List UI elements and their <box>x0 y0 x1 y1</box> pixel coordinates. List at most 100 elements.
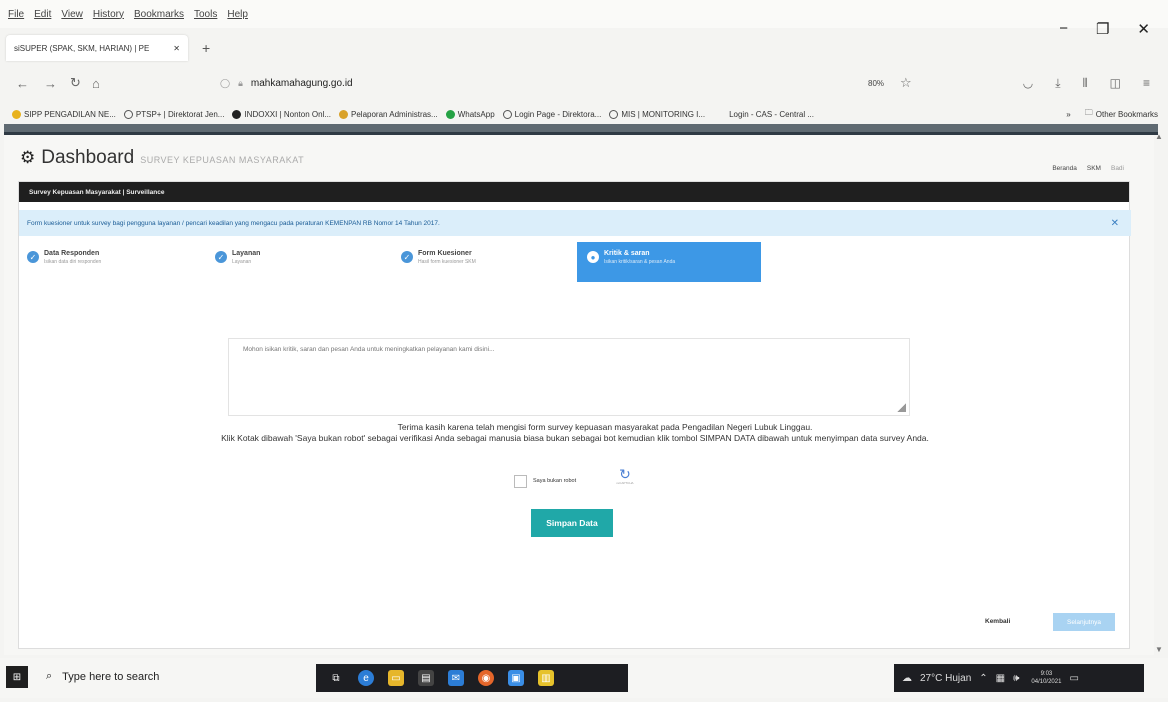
recaptcha-widget: Saya bukan robot ↻ reCAPTCHA <box>504 465 644 497</box>
scroll-down-icon[interactable]: ▼ <box>1155 645 1163 654</box>
breadcrumb-current: Badi <box>1110 165 1124 172</box>
thank-you-line-2: Klik Kotak dibawah 'Saya bukan robot' se… <box>221 433 929 443</box>
pocket-icon[interactable]: ◡ <box>1023 76 1033 91</box>
thank-you-message: Terima kasih karena telah mengisi form s… <box>19 422 1131 444</box>
bookmark-item[interactable]: Login Page - Direktora... <box>502 109 601 119</box>
menu-tools[interactable]: Tools <box>194 9 217 20</box>
file-explorer-icon[interactable]: ▭ <box>388 670 404 686</box>
step-dot-icon: ● <box>587 251 599 263</box>
menu-bookmarks[interactable]: Bookmarks <box>134 9 184 20</box>
step-kritik-saran[interactable]: ● Kritik & saran Isikan kritik/saran & p… <box>577 242 761 282</box>
gear-icon: ⚙ <box>20 148 36 167</box>
chevron-up-icon[interactable]: ⌃ <box>979 673 987 684</box>
tab-close-icon[interactable]: ✕ <box>173 44 180 53</box>
toolbar-icons: ◡ ⤓ ⫴ ◫ ≡ <box>1023 76 1150 91</box>
step-desc: Layanan <box>232 259 252 265</box>
step-title: Data Responden <box>44 250 100 257</box>
forward-arrow-icon[interactable]: → <box>44 76 57 91</box>
breadcrumb-skm[interactable]: SKM <box>1087 165 1101 172</box>
url-host: mahkamahagung.go.id <box>250 77 353 89</box>
photos-icon[interactable]: ▣ <box>508 670 524 686</box>
new-tab-icon[interactable]: + <box>202 40 210 56</box>
clock[interactable]: 9:03 04/10/2021 <box>1031 670 1061 686</box>
network-icon[interactable]: ▦ <box>996 673 1005 684</box>
panel-header: Survey Kepuasan Masyarakat | Surveillanc… <box>19 182 1129 202</box>
globe-icon <box>609 109 619 119</box>
search-placeholder: Type here to search <box>62 670 160 683</box>
notification-icon[interactable]: ▭ <box>1069 673 1078 684</box>
step-data-responden[interactable]: ✓ Data Responden Isikan data diri respon… <box>27 250 101 265</box>
lock-icon: 🔒︎ <box>238 77 243 88</box>
back-button[interactable]: Kembali <box>985 618 1010 625</box>
recaptcha-checkbox[interactable] <box>514 474 527 488</box>
bookmark-favicon-icon <box>339 109 349 119</box>
edge-icon[interactable]: e <box>358 670 374 686</box>
home-icon[interactable]: ⌂ <box>92 76 100 91</box>
firefox-icon[interactable]: ◉ <box>478 670 494 686</box>
breadcrumb-home[interactable]: Beranda <box>1052 165 1077 172</box>
page-scrollbar[interactable]: ▲ ▼ <box>1154 124 1164 654</box>
tab-strip: siSUPER (SPAK, SKM, HARIAN) | PE ✕ + <box>0 34 1168 62</box>
sidebar-icon[interactable]: ◫ <box>1110 76 1121 91</box>
browser-tab[interactable]: siSUPER (SPAK, SKM, HARIAN) | PE ✕ <box>6 35 188 61</box>
folder-icon: 🗀︎ <box>1084 108 1093 117</box>
page-title: ⚙ Dashboard SURVEY KEPUASAN MASYARAKAT <box>20 147 304 169</box>
windows-start-icon[interactable]: ⊞ <box>6 666 28 688</box>
bookmark-item[interactable]: MIS | MONITORING I... <box>609 109 705 119</box>
site-top-bar <box>4 124 1158 132</box>
bookmark-star-icon[interactable]: ☆ <box>900 75 912 91</box>
bookmark-favicon-icon <box>232 109 242 119</box>
bookmarks-overflow: » 🗀︎ Other Bookmarks <box>1066 107 1158 121</box>
weather-text[interactable]: 27°C Hujan <box>920 673 971 684</box>
bookmark-item[interactable]: SIPP PENGADILAN NE... <box>12 109 116 119</box>
shield-icon[interactable]: ◯ <box>220 78 230 89</box>
save-button[interactable]: Simpan Data <box>531 509 613 537</box>
reload-icon[interactable]: ↻ <box>70 75 81 91</box>
back-arrow-icon[interactable]: ← <box>16 76 29 91</box>
folder-icon[interactable]: ▥ <box>538 670 554 686</box>
menu-view[interactable]: View <box>61 9 83 20</box>
taskbar: ⊞ ⌕ Type here to search ⧉ e ▭ ▤ ✉ ◉ ▣ ▥ … <box>0 658 1168 698</box>
volume-icon[interactable]: 🕪︎ <box>1013 673 1019 684</box>
check-icon: ✓ <box>27 251 39 263</box>
whatsapp-icon <box>445 109 455 119</box>
bookmark-item[interactable]: Login - CAS - Central ... <box>729 110 814 119</box>
chevron-right-icon[interactable]: » <box>1066 110 1070 119</box>
bookmark-item[interactable]: Pelaporan Administras... <box>339 109 438 119</box>
hamburger-menu-icon[interactable]: ≡ <box>1143 76 1150 91</box>
store-icon[interactable]: ▤ <box>418 670 434 686</box>
step-layanan[interactable]: ✓ Layanan Layanan <box>215 250 260 265</box>
menu-history[interactable]: History <box>93 9 124 20</box>
step-desc: Hasil form kuesioner SKM <box>418 259 476 265</box>
step-form-kuesioner[interactable]: ✓ Form Kuesioner Hasil form kuesioner SK… <box>401 250 476 265</box>
menu-edit[interactable]: Edit <box>34 9 51 20</box>
close-icon[interactable]: ✕ <box>1111 218 1119 229</box>
tab-title: siSUPER (SPAK, SKM, HARIAN) | PE <box>14 43 150 53</box>
step-title: Layanan <box>232 250 261 257</box>
resize-handle-icon[interactable] <box>897 403 906 412</box>
mail-icon[interactable]: ✉ <box>448 670 464 686</box>
step-title: Form Kuesioner <box>418 250 472 257</box>
taskbar-search[interactable]: ⌕ Type here to search <box>46 670 159 683</box>
bookmark-item[interactable]: WhatsApp <box>445 109 495 119</box>
download-icon[interactable]: ⤓ <box>1055 76 1060 91</box>
other-bookmarks[interactable]: 🗀︎ Other Bookmarks <box>1085 107 1158 121</box>
check-icon: ✓ <box>401 251 413 263</box>
check-icon: ✓ <box>215 251 227 263</box>
bookmark-item[interactable]: PTSP+ | Direktorat Jen... <box>123 109 224 119</box>
task-view-icon[interactable]: ⧉ <box>328 670 344 686</box>
address-bar[interactable]: ◯ 🔒︎ mahkamahagung.go.id <box>220 70 660 96</box>
scroll-up-icon[interactable]: ▲ <box>1155 132 1163 141</box>
bookmarks-bar: SIPP PENGADILAN NE... PTSP+ | Direktorat… <box>0 104 1168 124</box>
zoom-level[interactable]: 80% <box>868 79 884 88</box>
menu-help[interactable]: Help <box>227 9 248 20</box>
next-button[interactable]: Selanjutnya <box>1053 613 1115 631</box>
step-title: Kritik & saran <box>604 250 650 257</box>
menu-file[interactable]: File <box>8 9 24 20</box>
feedback-textarea[interactable] <box>229 339 909 415</box>
bookmark-item[interactable]: INDOXXI | Nonton Onl... <box>232 109 331 119</box>
library-icon[interactable]: ⫴ <box>1083 76 1088 91</box>
clock-date: 04/10/2021 <box>1031 679 1062 685</box>
bookmark-favicon-icon <box>12 109 21 119</box>
globe-icon <box>502 109 512 119</box>
